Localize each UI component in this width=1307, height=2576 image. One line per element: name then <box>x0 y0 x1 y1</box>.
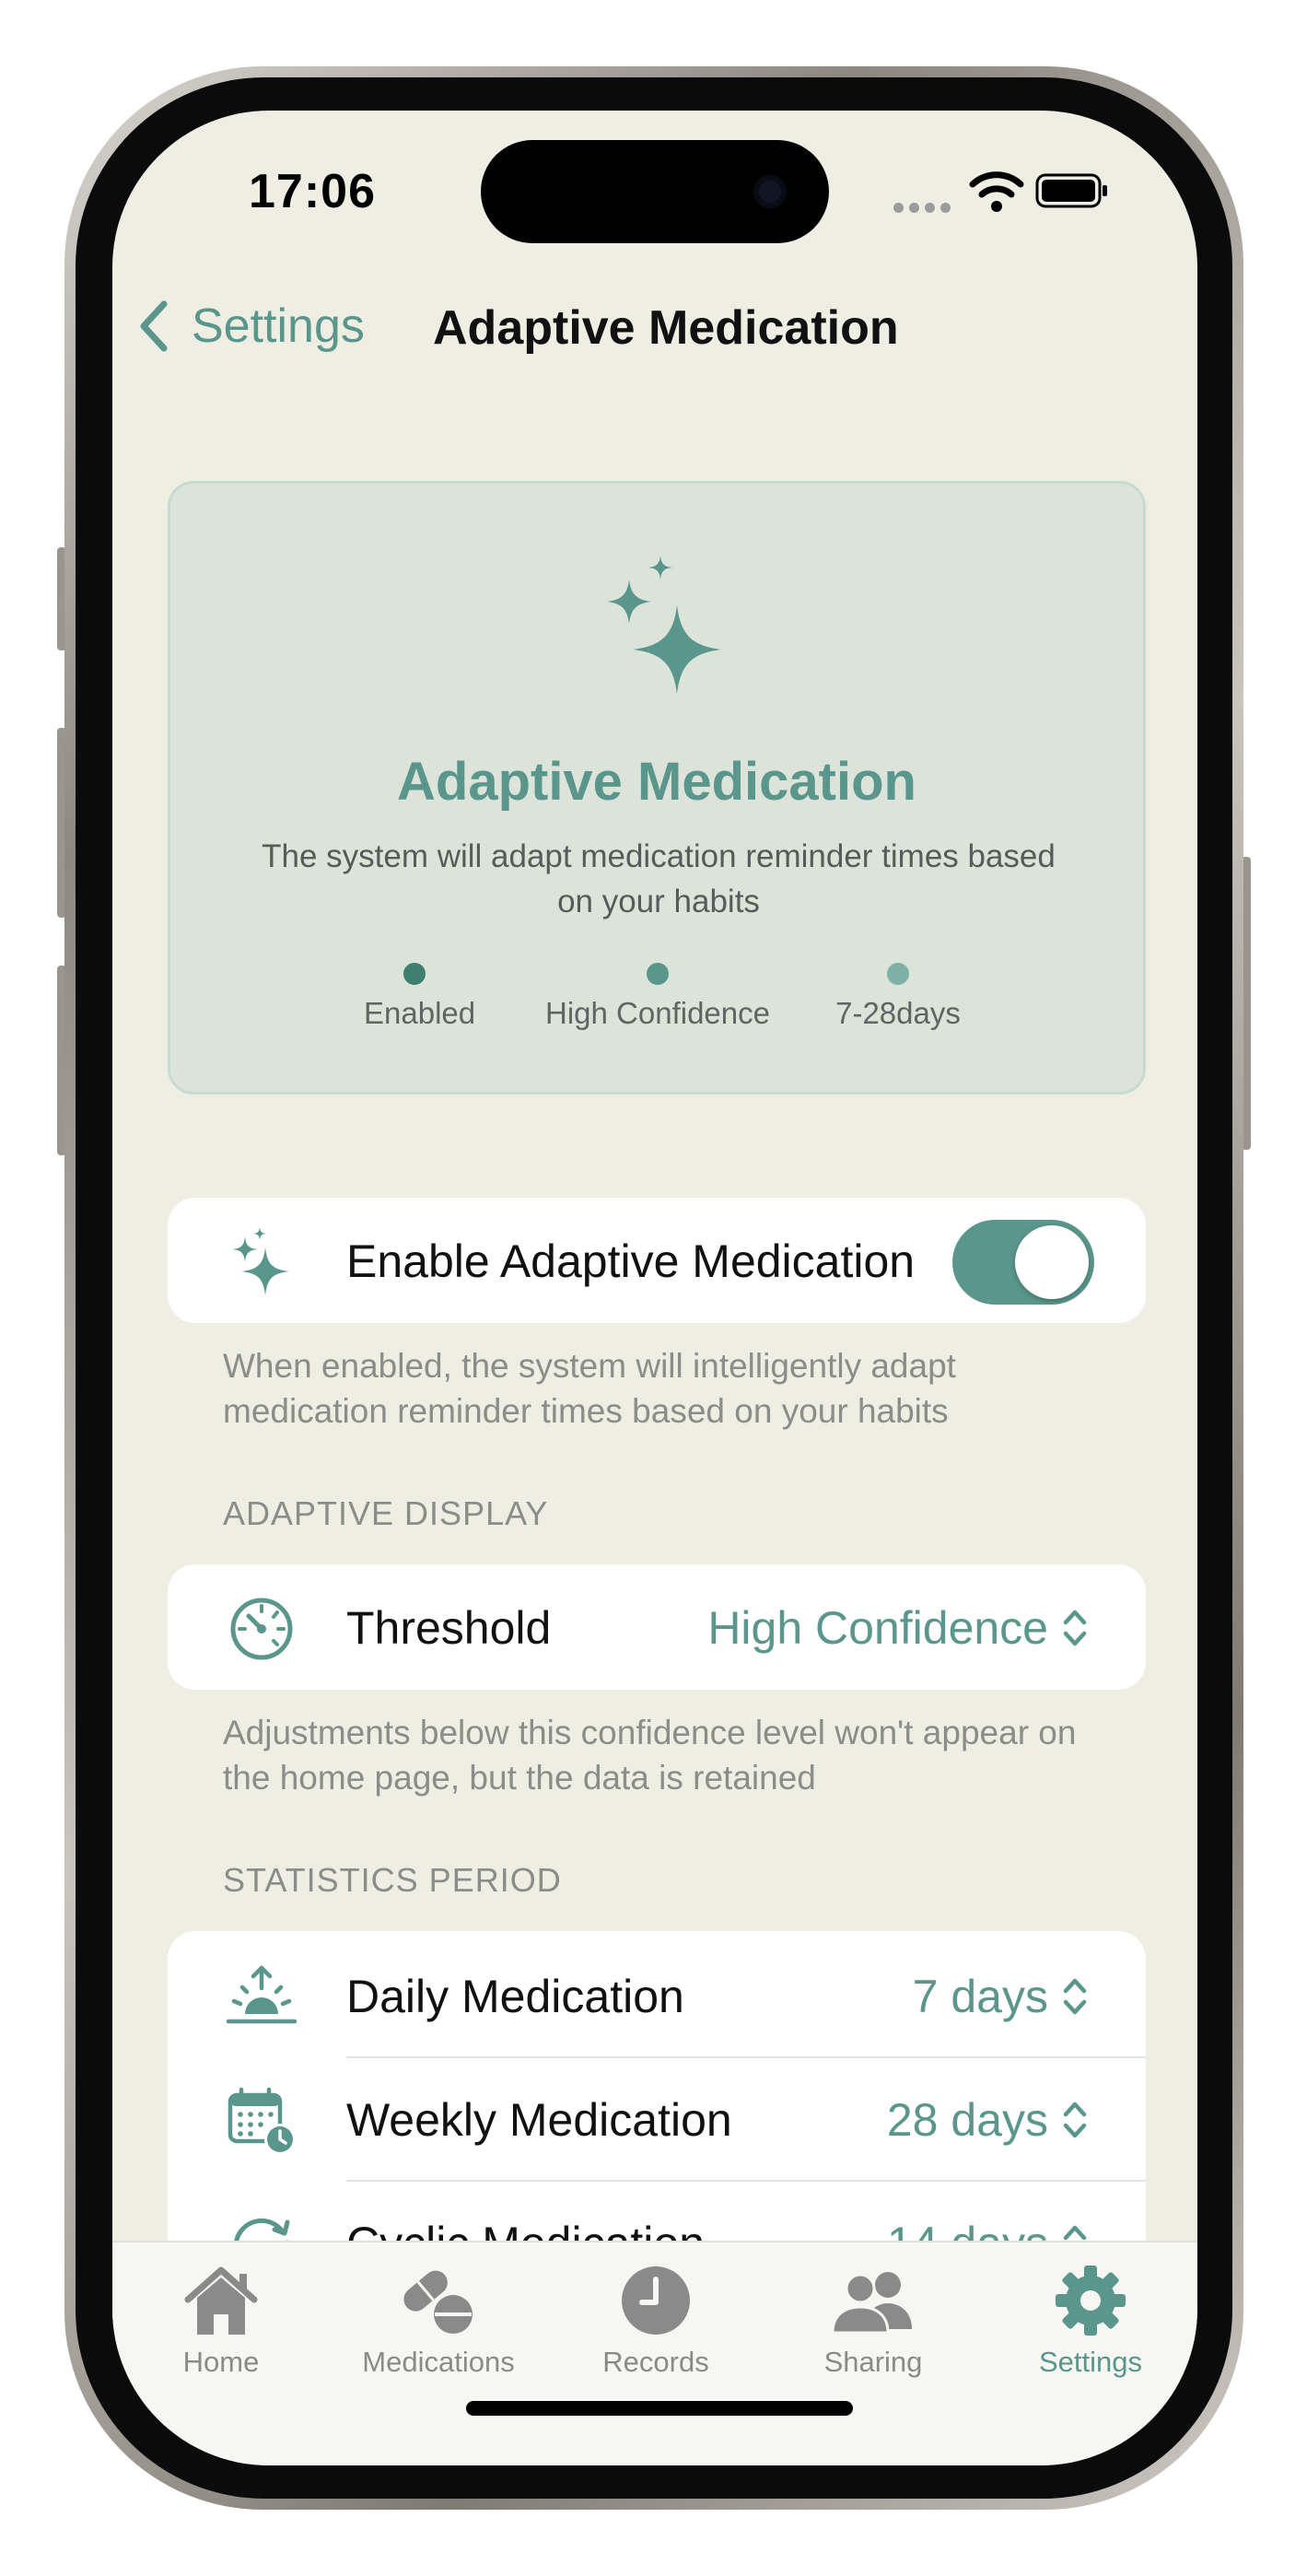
hero-card: Adaptive Medication The system will adap… <box>168 481 1146 1095</box>
hero-title: Adaptive Medication <box>397 752 916 812</box>
status-dot <box>403 963 426 985</box>
adaptive-display-card: Threshold High Confidence <box>168 1564 1146 1690</box>
status-dot <box>887 963 909 985</box>
people-icon <box>831 2272 912 2335</box>
home-indicator[interactable] <box>466 2401 853 2416</box>
tab-sharing[interactable]: Sharing <box>764 2261 982 2379</box>
tab-label: Home <box>182 2346 260 2378</box>
enable-adaptive-row[interactable]: Enable Adaptive Medication <box>168 1200 1146 1321</box>
daily-medication-picker[interactable]: 7 days <box>913 1970 1089 2023</box>
tab-label: Settings <box>1038 2346 1142 2378</box>
house-icon <box>184 2266 258 2335</box>
hero-subtitle: The system will adapt medication reminde… <box>262 838 1056 919</box>
hero-stat-enabled: Enabled <box>364 963 476 1031</box>
tab-bar: Home Medications Records Sharing Setting… <box>112 2241 1197 2465</box>
enable-adaptive-card: Enable Adaptive Medication <box>168 1198 1146 1323</box>
enable-adaptive-footnote: When enabled, the system will intelligen… <box>223 1347 956 1430</box>
threshold-value: High Confidence <box>707 1602 1048 1654</box>
chevron-left-icon <box>140 300 168 352</box>
hero-stat-confidence: High Confidence <box>529 963 787 1031</box>
threshold-row[interactable]: Threshold High Confidence <box>168 1566 1146 1688</box>
adaptive-display-header: ADAPTIVE DISPLAY <box>223 1494 549 1532</box>
page-title: Adaptive Medication <box>433 301 899 355</box>
hero-stat-period: 7-28days <box>815 963 981 1031</box>
sparkles-icon <box>607 556 721 694</box>
daily-medication-row[interactable]: Daily Medication 7 days <box>168 1935 1146 2056</box>
stat-label: High Confidence <box>545 996 770 1030</box>
tab-medications[interactable]: Medications <box>330 2261 547 2379</box>
status-dot <box>647 963 669 985</box>
back-button-label: Settings <box>192 299 365 353</box>
threshold-label: Threshold <box>346 1602 552 1654</box>
weekly-medication-row[interactable]: Weekly Medication 28 days <box>168 2058 1146 2180</box>
toggle-knob <box>1015 1225 1089 1299</box>
tab-label: Records <box>602 2346 709 2378</box>
camera-icon <box>753 175 787 208</box>
gear-icon <box>1056 2266 1126 2336</box>
battery-icon <box>1035 173 1107 208</box>
sparkles-icon <box>232 1227 289 1295</box>
tab-home[interactable]: Home <box>112 2261 330 2379</box>
clock-icon <box>622 2266 690 2335</box>
tab-records[interactable]: Records <box>547 2261 764 2379</box>
weekly-medication-value: 28 days <box>886 2094 1048 2146</box>
chevron-up-down-icon <box>1063 1978 1087 2015</box>
chevron-up-down-icon <box>1063 1610 1087 1646</box>
dynamic-island <box>481 140 829 243</box>
stat-label: 7-28days <box>835 996 961 1030</box>
enable-adaptive-label: Enable Adaptive Medication <box>346 1235 916 1287</box>
gauge-icon <box>230 1598 293 1660</box>
app-screen: 17:06 Settings Adaptive Medication Adapt… <box>112 111 1197 2465</box>
tab-settings[interactable]: Settings <box>982 2261 1197 2379</box>
tab-label: Medications <box>362 2346 515 2378</box>
daily-medication-label: Daily Medication <box>346 1971 684 2022</box>
cellular-signal-icon <box>893 201 956 217</box>
tab-label: Sharing <box>823 2346 923 2378</box>
pills-icon <box>403 2270 473 2334</box>
calendar-clock-icon <box>228 2087 296 2155</box>
weekly-medication-label: Weekly Medication <box>346 2094 732 2146</box>
back-button[interactable]: Settings <box>134 289 365 363</box>
statistics-period-header: STATISTICS PERIOD <box>223 1861 562 1899</box>
status-time: 17:06 <box>249 165 376 218</box>
daily-medication-value: 7 days <box>912 1971 1048 2022</box>
enable-adaptive-toggle[interactable] <box>952 1220 1094 1305</box>
weekly-medication-picker[interactable]: 28 days <box>887 2093 1089 2147</box>
wifi-icon <box>969 171 1024 212</box>
threshold-picker[interactable]: High Confidence <box>707 1601 1089 1655</box>
threshold-footnote: Adjustments below this confidence level … <box>223 1714 1077 1797</box>
stat-label: Enabled <box>364 996 476 1030</box>
sunrise-icon <box>227 1965 297 2024</box>
chevron-up-down-icon <box>1063 2102 1087 2138</box>
